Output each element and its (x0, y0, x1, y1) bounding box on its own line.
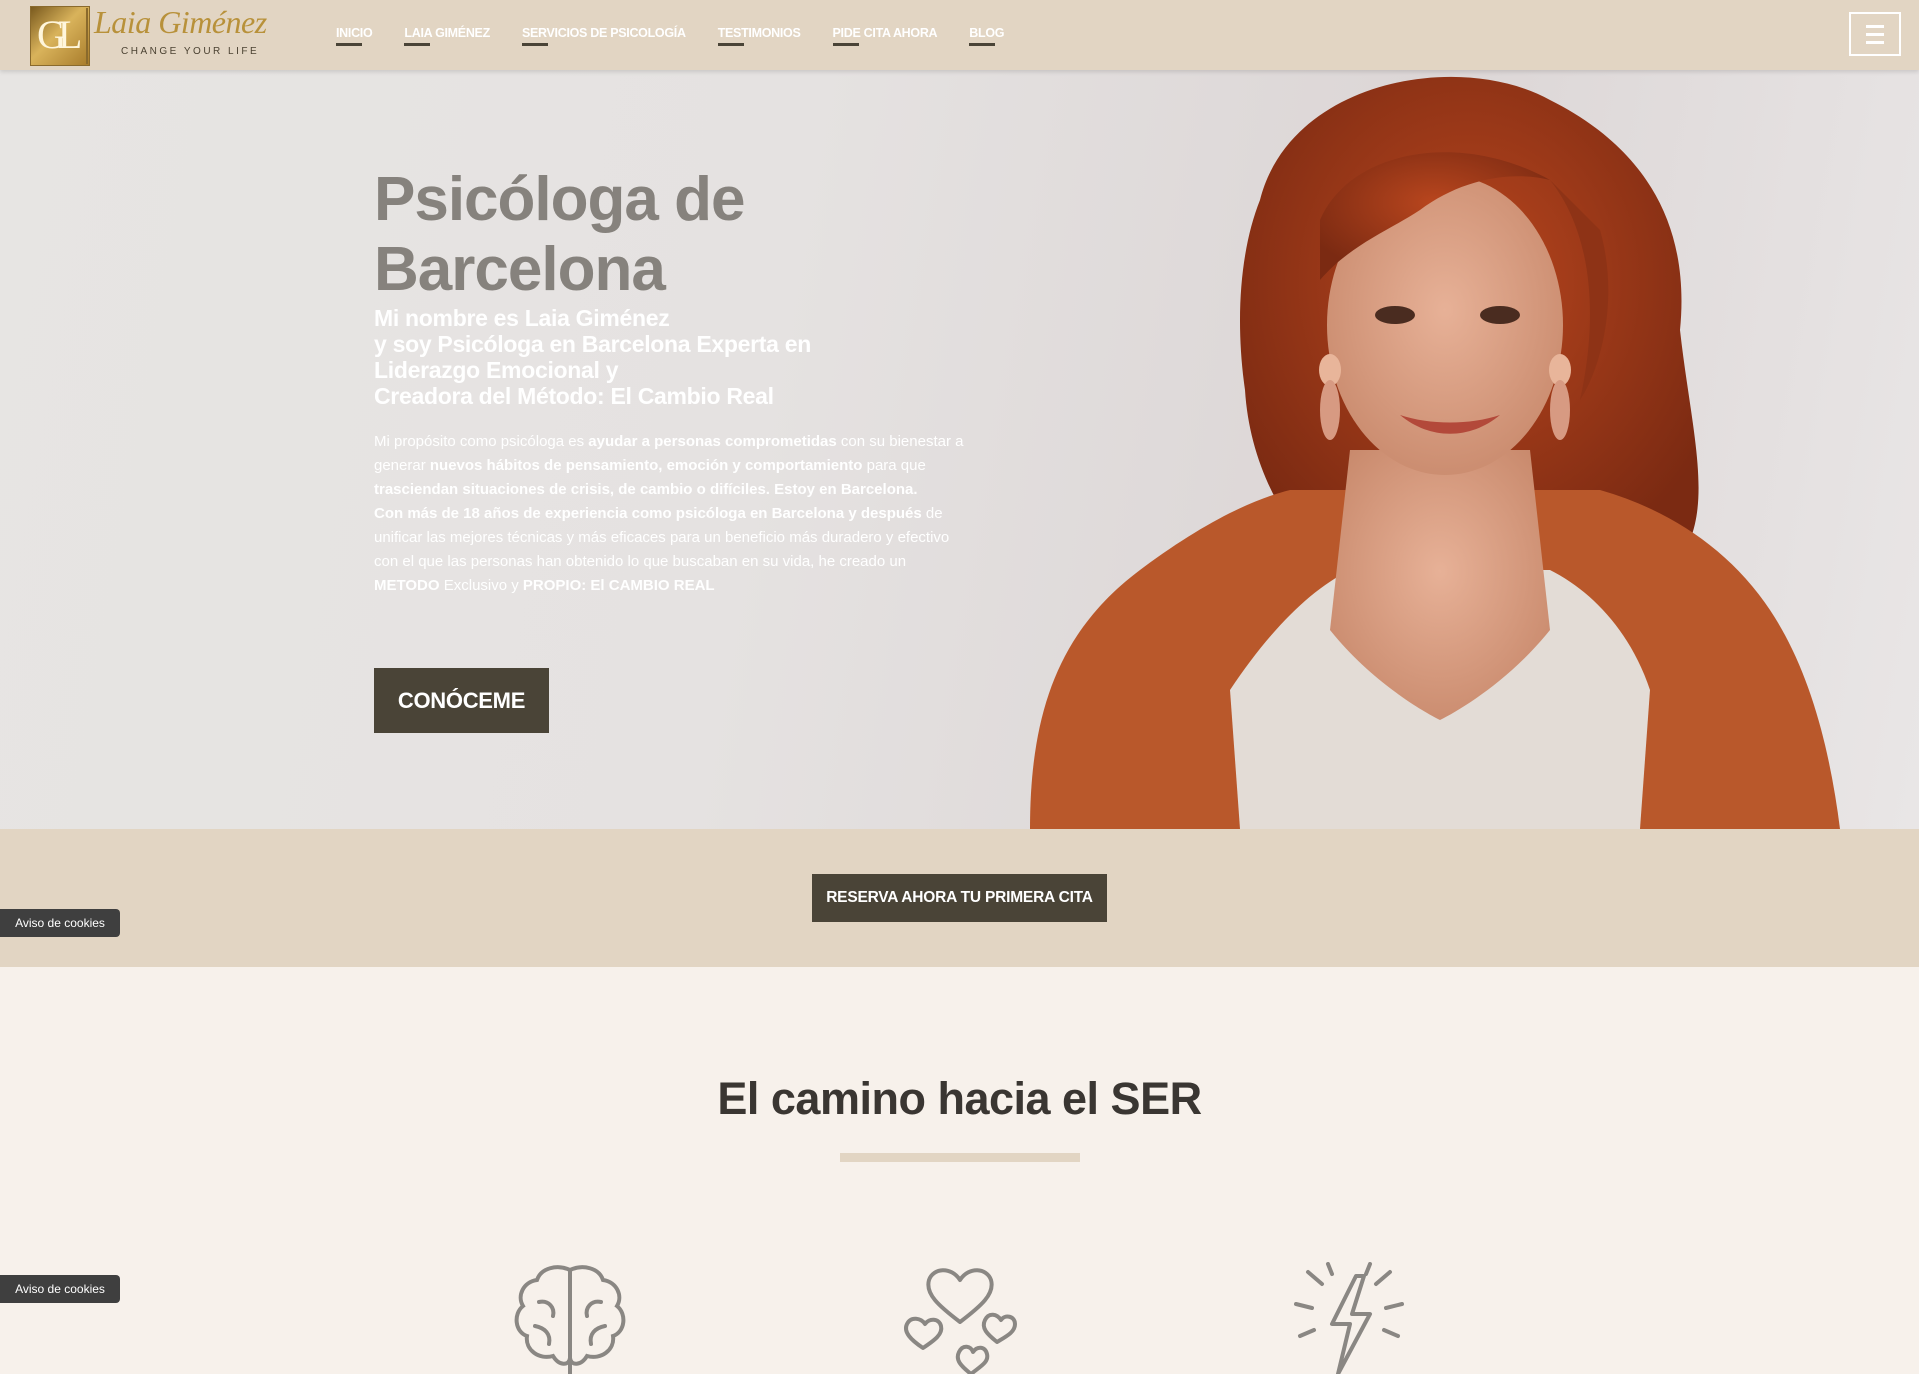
site-logo[interactable]: GL Laia Giménez CHANGE YOUR LIFE (28, 4, 280, 66)
book-first-appointment-button[interactable]: RESERVA AHORA TU PRIMERA CITA (812, 874, 1107, 922)
cookie-notice-tab[interactable]: Aviso de cookies (0, 1275, 120, 1303)
hero-subtitle-line: Creadora del Método: El Cambio Real (374, 383, 774, 409)
text-run-bold: Con más de 18 años de experiencia como p… (374, 505, 922, 522)
text-run: Mi propósito como psicóloga es (374, 433, 589, 450)
hero-section: Psicóloga de Barcelona Mi nombre es Laia… (0, 70, 1919, 829)
logo-monogram: GL (37, 12, 82, 57)
site-header: GL Laia Giménez CHANGE YOUR LIFE INICIO … (0, 0, 1919, 70)
text-run: Exclusivo y (439, 577, 523, 594)
hero-paragraph-purpose: Mi propósito como psicóloga es ayudar a … (374, 430, 974, 502)
main-nav: INICIO LAIA GIMÉNEZ SERVICIOS DE PSICOLO… (336, 26, 1036, 46)
hero-paragraph-experience: Con más de 18 años de experiencia como p… (374, 502, 974, 598)
brain-icon (514, 1265, 626, 1374)
text-run-bold: ayudar a personas comprometidas (588, 433, 837, 450)
nav-item-servicios[interactable]: SERVICIOS DE PSICOLOGÍA (521, 26, 686, 46)
hero-subtitle-line: y soy Psicóloga en Barcelona Experta en (374, 331, 811, 357)
menu-button[interactable] (1849, 12, 1901, 56)
hero-title: Psicóloga de Barcelona (374, 165, 745, 304)
hearts-icon (904, 1268, 1017, 1374)
nav-item-laia-gimenez[interactable]: LAIA GIMÉNEZ (404, 26, 490, 46)
section-divider (840, 1153, 1080, 1162)
booking-band: RESERVA AHORA TU PRIMERA CITA (0, 829, 1919, 967)
hero-subtitle: Mi nombre es Laia Giménez y soy Psicólog… (374, 305, 894, 409)
text-run-bold: METODO (374, 577, 440, 594)
text-run: para que (862, 457, 926, 474)
text-run-bold: trasciendan situaciones de crisis, de ca… (374, 481, 918, 498)
hero-subtitle-line: Liderazgo Emocional y (374, 357, 619, 383)
logo-monogram-badge: GL (30, 6, 90, 66)
lightning-icon (1294, 1262, 1404, 1374)
hamburger-icon-bar (1866, 33, 1884, 36)
portrait-photo (1030, 76, 1840, 829)
logo-name: Laia Giménez (94, 4, 267, 40)
nav-item-pide-cita[interactable]: PIDE CITA AHORA (832, 26, 938, 46)
hero-description: Mi propósito como psicóloga es ayudar a … (374, 430, 974, 598)
conoceme-button[interactable]: CONÓCEME (374, 668, 549, 733)
hero-subtitle-line: Mi nombre es Laia Giménez (374, 305, 670, 331)
cookie-notice-tab[interactable]: Aviso de cookies (0, 909, 120, 937)
nav-item-blog[interactable]: BLOG (969, 26, 1005, 46)
text-run-bold: PROPIO: El CAMBIO REAL (522, 577, 715, 594)
nav-item-inicio[interactable]: INICIO (336, 26, 373, 46)
hamburger-icon-bar (1866, 41, 1884, 44)
text-run-bold: nuevos hábitos de pensamiento, emoción y… (429, 457, 863, 474)
section-title: El camino hacia el SER (717, 1073, 1202, 1124)
logo-divider (86, 8, 88, 64)
hamburger-icon (1866, 25, 1884, 28)
nav-item-testimonios[interactable]: TESTIMONIOS (717, 26, 801, 46)
logo-tagline: CHANGE YOUR LIFE (121, 46, 260, 57)
